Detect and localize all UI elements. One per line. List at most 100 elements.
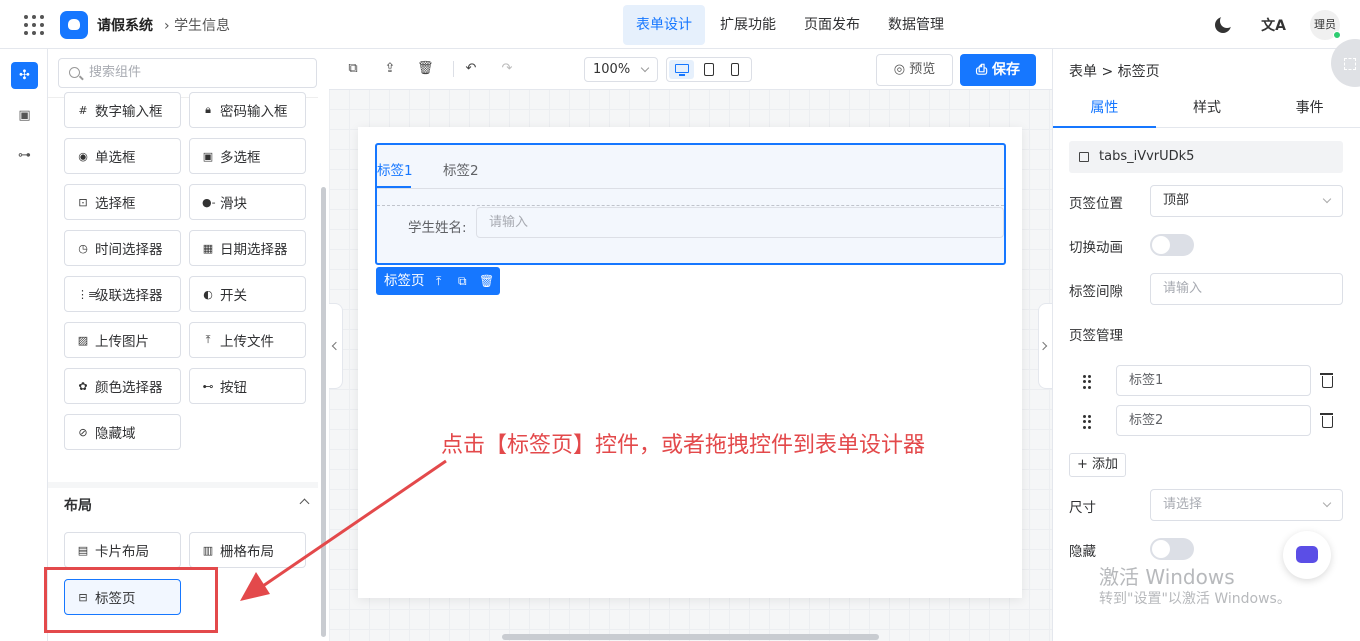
tab-gap-label: 标签间隙 [1069,284,1123,300]
assistant-bot-icon[interactable] [1283,531,1331,579]
search-icon [69,67,80,78]
component-slider[interactable]: ●- 滑块 [189,184,306,220]
component-card-layout[interactable]: ▤ 卡片布局 [64,532,181,568]
calendar-icon: ▦ [202,241,214,255]
translate-icon[interactable]: 文A [1261,15,1286,35]
button-icon: ⊷ [202,379,214,393]
selected-tag-label: 标签页 [384,273,425,289]
nav-form-design[interactable]: 表单设计 [623,5,705,45]
desktop-device-button[interactable] [669,60,694,79]
component-switch[interactable]: ◐ 开关 [189,276,306,312]
component-checkbox[interactable]: ▣ 多选框 [189,138,306,174]
undo-icon[interactable]: ↶ [463,61,479,77]
component-label: 时间选择器 [95,242,163,258]
tab-label-2[interactable]: 标签2 [443,159,479,179]
components-icon[interactable]: ✣ [11,62,38,89]
tablet-device-button[interactable] [696,60,721,79]
avatar[interactable]: 理员 [1310,10,1341,40]
component-cascader[interactable]: ⋮≡ 级联选择器 [64,276,181,312]
component-radio[interactable]: ◉ 单选框 [64,138,181,174]
selected-component-tag[interactable]: 标签页 ⤒ ⧉ 🗑︎ [376,267,500,295]
search-input[interactable]: 搜索组件 [58,58,317,88]
tab-item-input-1[interactable]: 标签1 [1116,365,1311,396]
component-panel: 搜索组件 # 数字输入框 🔒︎ 密码输入框 ◉ 单选框 ▣ 多选框 ⊡ 选择框 ●- 滑块 … [48,49,328,641]
checkbox-icon: ▣ [202,149,214,163]
component-label: 单选框 [95,150,136,166]
export-icon[interactable]: ⇪ [382,61,398,77]
component-label: 开关 [220,288,247,304]
student-name-input[interactable]: 请输入 [476,207,1004,238]
size-select[interactable]: 请选择 [1150,489,1343,521]
tabs-widget[interactable]: 标签1 标签2 学生姓名: 请输入 [375,143,1006,265]
tablet-icon [703,63,714,76]
top-icons: 文A 理员 [1215,10,1341,40]
component-upload-image[interactable]: ▨ 上传图片 [64,322,181,358]
datasource-icon[interactable]: ▣ [11,102,38,129]
delete-icon[interactable]: 🗑︎ [417,61,434,77]
tab-events[interactable]: 事件 [1258,90,1360,127]
form-field-student-name[interactable]: 学生姓名: 请输入 [377,205,1004,238]
dark-mode-icon[interactable] [1215,14,1235,33]
save-icon: ⎙ [975,62,993,78]
nav-extensions[interactable]: 扩展功能 [707,5,789,45]
drag-handle-icon[interactable] [1083,375,1091,389]
toolbar-divider [453,61,454,77]
tab-item-input-2[interactable]: 标签2 [1116,405,1311,436]
phone-device-button[interactable] [722,60,747,79]
collapse-right-panel[interactable] [1038,303,1052,389]
annotation-highlight-box [44,567,218,633]
component-upload-file[interactable]: ⤒ 上传文件 [189,322,306,358]
horizontal-scrollbar[interactable] [502,634,879,640]
save-button[interactable]: ⎙ 保存 [960,54,1036,86]
component-grid-layout[interactable]: ▥ 栅格布局 [189,532,306,568]
component-label: 隐藏域 [95,426,136,442]
tree-icon[interactable]: ⊶ [11,142,38,169]
tab-styles[interactable]: 样式 [1156,90,1259,127]
nav-publish[interactable]: 页面发布 [791,5,873,45]
breadcrumb[interactable]: › 学生信息 [164,15,230,35]
tab-attributes[interactable]: 属性 [1053,90,1156,128]
component-id-value: tabs_iVvrUDk5 [1099,149,1195,164]
zoom-select[interactable]: 100% [584,57,658,82]
trash-icon[interactable]: 🗑︎ [479,267,494,295]
tab-position-label: 页签位置 [1069,196,1123,212]
move-up-icon[interactable]: ⤒ [436,267,441,295]
online-status-icon [1333,31,1341,39]
component-password-input[interactable]: 🔒︎ 密码输入框 [189,92,306,128]
component-number-input[interactable]: # 数字输入框 [64,92,181,128]
component-color-picker[interactable]: ✿ 颜色选择器 [64,368,181,404]
component-label: 滑块 [220,196,247,212]
vertical-scrollbar[interactable] [321,187,326,637]
component-date-picker[interactable]: ▦ 日期选择器 [189,230,306,266]
trash-icon[interactable] [1320,413,1333,428]
size-label: 尺寸 [1069,500,1096,516]
chevron-down-icon [1322,194,1332,204]
hidden-toggle[interactable] [1150,538,1194,560]
app-grid-icon[interactable] [24,15,44,35]
number-input-icon: # [78,103,88,117]
tab-gap-input[interactable]: 请输入 [1150,273,1343,305]
top-nav: 表单设计 扩展功能 页面发布 数据管理 [623,5,959,45]
redo-icon[interactable]: ↷ [499,61,515,77]
code-icon[interactable]: ⧉ [345,61,361,77]
component-hidden-field[interactable]: ⊘ 隐藏域 [64,414,181,450]
drag-handle-icon[interactable] [1083,415,1091,429]
animation-toggle[interactable] [1150,234,1194,256]
component-icon [1079,152,1089,162]
palette-icon: ✿ [78,379,88,393]
preview-button[interactable]: ◎ 预览 [876,54,953,86]
trash-icon[interactable] [1320,373,1333,388]
collapse-left-panel[interactable] [329,303,343,389]
top-bar: 请假系统 › 学生信息 表单设计 扩展功能 页面发布 数据管理 文A 理员 [0,0,1360,49]
tab-label-1[interactable]: 标签1 [377,159,413,179]
component-select[interactable]: ⊡ 选择框 [64,184,181,220]
tab-position-select[interactable]: 顶部 [1150,185,1343,217]
copy-icon[interactable]: ⧉ [458,267,467,295]
field-label: 学生姓名: [408,220,467,236]
windows-watermark: 激活 Windows [1099,565,1235,589]
add-tab-button[interactable]: + 添加 [1069,453,1126,477]
nav-data-manage[interactable]: 数据管理 [875,5,957,45]
chevron-up-icon[interactable] [299,498,310,509]
component-time-picker[interactable]: ◷ 时间选择器 [64,230,181,266]
component-button[interactable]: ⊷ 按钮 [189,368,306,404]
